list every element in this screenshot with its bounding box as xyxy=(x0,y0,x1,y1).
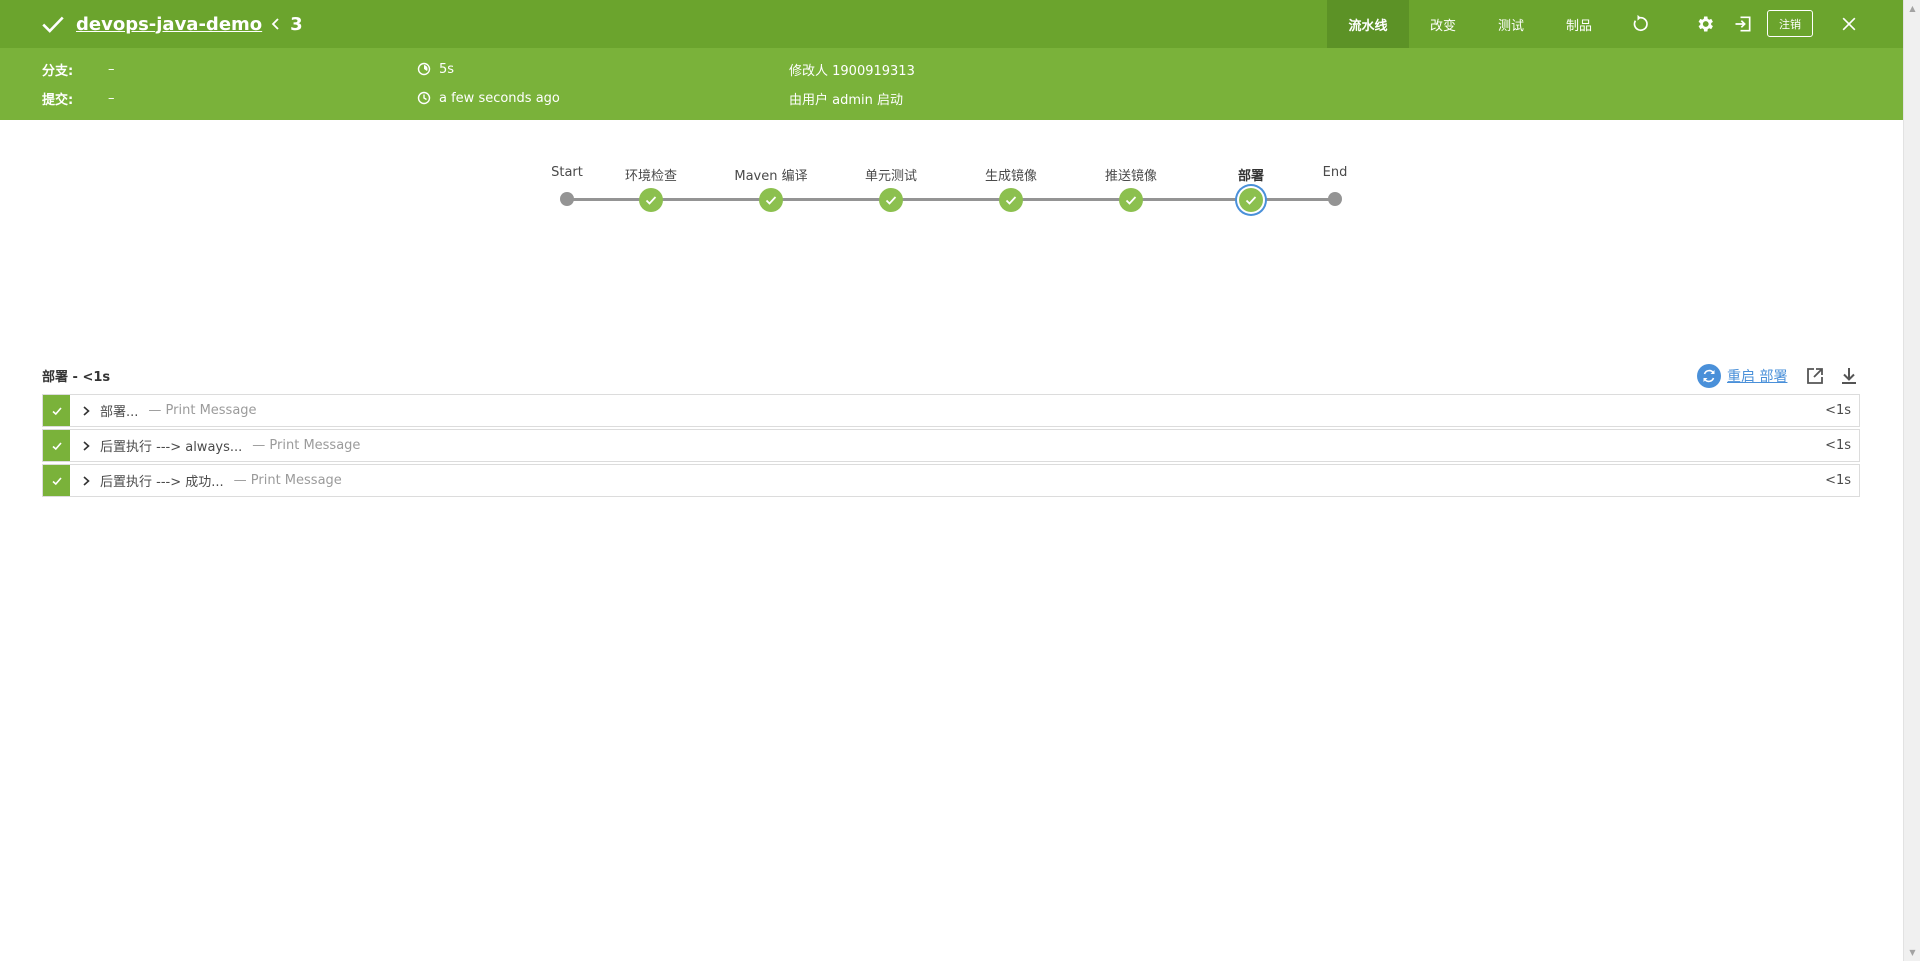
stage-label-start: Start xyxy=(551,165,583,180)
clock-icon xyxy=(417,91,431,105)
run-number: 3 xyxy=(290,13,303,35)
duration-value: 5s xyxy=(439,61,455,77)
duration-row: 5s xyxy=(417,59,454,79)
stage-label-build-image[interactable]: 生成镜像 xyxy=(985,165,1037,184)
pipeline-graph: Start 环境检查 Maven 编译 单元测试 生成镜像 推送镜像 部署 En… xyxy=(0,120,1903,260)
scroll-up-arrow-icon[interactable]: ▲ xyxy=(1904,0,1920,17)
top-header: devops-java-demo 3 流水线 改变 测试 制品 注销 xyxy=(0,0,1903,48)
chevron-right-icon[interactable] xyxy=(80,475,92,487)
check-icon xyxy=(645,196,657,205)
commit-row: 提交: – xyxy=(42,88,115,108)
restart-stage-label[interactable]: 重启 部署 xyxy=(1727,366,1787,386)
branch-label: 分支: xyxy=(42,63,74,79)
step-name: 部署... xyxy=(100,405,139,420)
page-scrollbar[interactable]: ▲ ▼ xyxy=(1903,0,1920,961)
open-log-button[interactable] xyxy=(1804,365,1826,387)
check-icon xyxy=(1245,196,1257,205)
started-value: a few seconds ago xyxy=(439,90,560,106)
stage-label-env-check[interactable]: 环境检查 xyxy=(625,165,677,184)
settings-button[interactable] xyxy=(1692,0,1718,48)
close-icon xyxy=(1842,17,1856,31)
restart-icon xyxy=(1697,364,1721,388)
step-name: 后置执行 ---> always... xyxy=(100,440,243,455)
step-duration: <1s xyxy=(1825,438,1851,453)
modified-by-text: 修改人 1900919313 xyxy=(789,63,915,79)
stage-node-build-image[interactable] xyxy=(999,188,1023,212)
run-meta-bar: 分支: – 提交: – 5s a few seconds ago 修改人 190… xyxy=(0,48,1903,120)
scroll-down-arrow-icon[interactable]: ▼ xyxy=(1904,944,1920,961)
commit-value: – xyxy=(108,90,115,106)
stage-label-end: End xyxy=(1322,165,1348,180)
check-icon xyxy=(885,196,897,205)
project-title-link[interactable]: devops-java-demo xyxy=(76,14,262,35)
step-list: 部署... — Print Message <1s 后置执行 ---> alwa… xyxy=(42,394,1860,499)
modified-by: 修改人 1900919313 xyxy=(789,59,915,79)
tab-artifacts[interactable]: 制品 xyxy=(1545,0,1613,48)
stage-label-unit-test[interactable]: 单元测试 xyxy=(865,165,917,184)
started-by: 由用户 admin 启动 xyxy=(789,88,903,108)
run-title: devops-java-demo 3 xyxy=(40,0,303,48)
tab-changes[interactable]: 改变 xyxy=(1409,0,1477,48)
step-row[interactable]: 后置执行 ---> always... — Print Message <1s xyxy=(42,429,1860,462)
download-icon xyxy=(1842,368,1856,384)
pipeline-track xyxy=(567,198,1335,201)
run-tabs: 流水线 改变 测试 制品 xyxy=(1327,0,1613,48)
check-icon xyxy=(765,196,777,205)
step-desc: — Print Message xyxy=(148,403,257,418)
check-icon xyxy=(51,476,62,485)
branch-value: – xyxy=(108,61,115,77)
check-icon xyxy=(51,441,62,450)
commit-label: 提交: xyxy=(42,92,74,108)
step-row[interactable]: 后置执行 ---> 成功... — Print Message <1s xyxy=(42,464,1860,497)
chevron-right-icon[interactable] xyxy=(80,440,92,452)
step-status xyxy=(43,465,70,496)
step-duration: <1s xyxy=(1825,473,1851,488)
gear-icon xyxy=(1698,16,1713,32)
stage-node-end xyxy=(1328,192,1342,206)
step-row[interactable]: 部署... — Print Message <1s xyxy=(42,394,1860,427)
stage-label-push-image[interactable]: 推送镜像 xyxy=(1105,165,1157,184)
stage-node-env-check[interactable] xyxy=(639,188,663,212)
branch-row: 分支: – xyxy=(42,59,115,79)
step-status xyxy=(43,430,70,461)
step-name: 后置执行 ---> 成功... xyxy=(100,475,224,490)
step-duration: <1s xyxy=(1825,403,1851,418)
success-check-icon xyxy=(42,16,64,33)
external-link-icon xyxy=(1807,368,1823,384)
tab-tests[interactable]: 测试 xyxy=(1477,0,1545,48)
step-desc: — Print Message xyxy=(233,473,342,488)
chevron-right-icon[interactable] xyxy=(80,405,92,417)
step-desc: — Print Message xyxy=(252,438,361,453)
rerun-button[interactable] xyxy=(1627,0,1653,48)
started-row: a few seconds ago xyxy=(417,88,560,108)
chevron-left-icon[interactable] xyxy=(270,18,282,30)
stage-label-maven-build[interactable]: Maven 编译 xyxy=(734,165,807,184)
close-button[interactable] xyxy=(1836,0,1862,48)
stage-detail-title: 部署 - <1s xyxy=(42,370,111,385)
check-icon xyxy=(51,406,62,415)
stage-node-deploy[interactable] xyxy=(1239,188,1263,212)
exit-classic-button[interactable] xyxy=(1730,0,1756,48)
check-icon xyxy=(1125,196,1137,205)
stage-node-maven-build[interactable] xyxy=(759,188,783,212)
tab-pipeline[interactable]: 流水线 xyxy=(1327,0,1409,48)
exit-icon xyxy=(1735,16,1751,32)
restart-stage-button[interactable]: 重启 部署 xyxy=(1697,364,1787,388)
stage-node-push-image[interactable] xyxy=(1119,188,1143,212)
download-log-button[interactable] xyxy=(1838,365,1860,387)
started-by-text: 由用户 admin 启动 xyxy=(789,92,903,108)
stage-node-unit-test[interactable] xyxy=(879,188,903,212)
stage-node-start xyxy=(560,192,574,206)
step-status xyxy=(43,395,70,426)
stage-label-deploy[interactable]: 部署 xyxy=(1238,165,1264,184)
logout-button[interactable]: 注销 xyxy=(1767,10,1813,37)
timer-icon xyxy=(417,62,431,76)
rerun-icon xyxy=(1633,14,1648,32)
check-icon xyxy=(1005,196,1017,205)
